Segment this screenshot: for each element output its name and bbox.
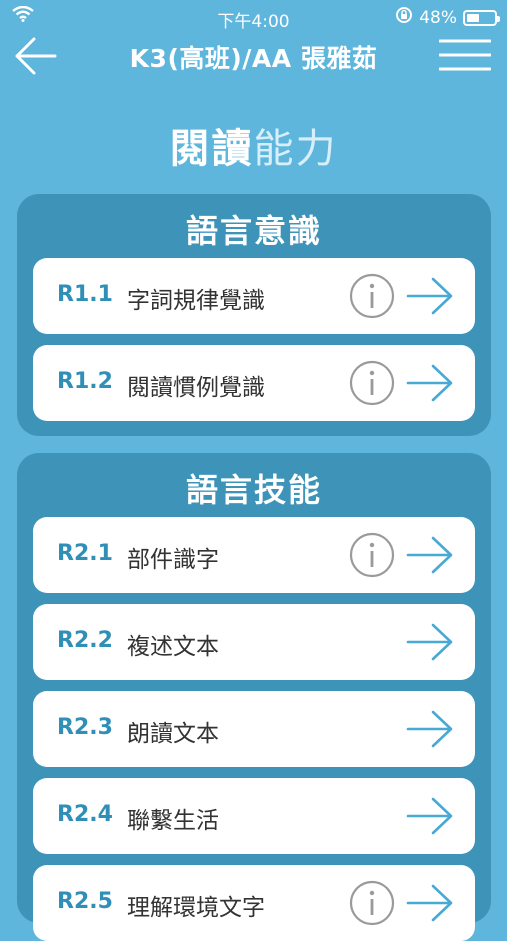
item-code: R1.1 (57, 282, 113, 307)
item-name: 理解環境文字 (127, 895, 265, 921)
item-code: R2.4 (57, 802, 113, 827)
list-item[interactable]: R2.4 聯繫生活 (33, 778, 475, 854)
list-item[interactable]: R2.2 複述文本 (33, 604, 475, 680)
section-card-language-awareness: 語言意識 R1.1 字詞規律覺識 R1.2 閱讀慣例覺識 (17, 194, 491, 436)
info-icon[interactable] (349, 880, 395, 926)
arrow-right-icon[interactable] (405, 622, 455, 662)
item-name: 聯繫生活 (127, 808, 219, 834)
arrow-right-icon[interactable] (405, 709, 455, 749)
section-title: 語言意識 (185, 212, 322, 250)
item-code: R2.2 (57, 628, 113, 653)
list-item[interactable]: R1.1 字詞規律覺識 (33, 258, 475, 334)
item-code: R2.1 (57, 541, 113, 566)
item-code: R2.3 (57, 715, 113, 740)
status-bar: 下午4:00 48% (0, 0, 507, 34)
item-name: 閱讀慣例覺識 (127, 375, 265, 401)
arrow-right-icon[interactable] (405, 796, 455, 836)
page-title-secondary: 能力 (253, 126, 338, 172)
navigation-bar: K3(高班)/AA 張雅茹 (0, 30, 507, 80)
orientation-lock-icon (395, 6, 413, 29)
item-code: R2.5 (57, 889, 113, 914)
page-header-title: K3(高班)/AA 張雅茹 (129, 44, 378, 73)
item-name: 部件識字 (127, 547, 219, 573)
list-item[interactable]: R2.1 部件識字 (33, 517, 475, 593)
info-icon[interactable] (349, 273, 395, 319)
info-icon[interactable] (349, 360, 395, 406)
section-title: 語言技能 (185, 471, 322, 509)
hamburger-menu-icon[interactable] (438, 38, 492, 72)
item-name: 字詞規律覺識 (127, 288, 265, 314)
page-title: 閱讀能力 (0, 116, 507, 174)
arrow-right-icon[interactable] (405, 883, 455, 923)
battery-icon (463, 9, 500, 26)
battery-percent: 48% (419, 7, 457, 28)
item-name: 複述文本 (127, 634, 219, 660)
info-icon[interactable] (349, 532, 395, 578)
page-title-primary: 閱讀 (169, 126, 254, 172)
list-item[interactable]: R2.5 理解環境文字 (33, 865, 475, 941)
arrow-right-icon[interactable] (405, 276, 455, 316)
arrow-right-icon[interactable] (405, 535, 455, 575)
item-code: R1.2 (57, 369, 113, 394)
item-name: 朗讀文本 (127, 721, 219, 747)
section-card-language-skills: 語言技能 R2.1 部件識字 R2.2 複述文本 R2.3 朗讀文本 R2.4 … (17, 453, 491, 941)
arrow-right-icon[interactable] (405, 363, 455, 403)
list-item[interactable]: R2.3 朗讀文本 (33, 691, 475, 767)
list-item[interactable]: R1.2 閱讀慣例覺識 (33, 345, 475, 421)
